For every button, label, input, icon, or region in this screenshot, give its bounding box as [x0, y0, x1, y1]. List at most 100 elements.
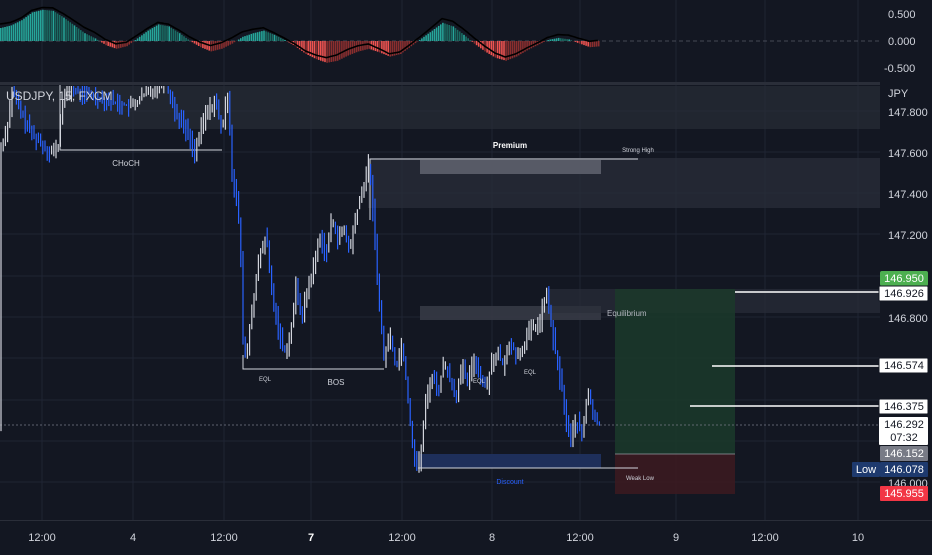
oscillator-bar: [114, 41, 116, 48]
oscillator-bar: [101, 41, 103, 43]
time-tick: 12:00: [210, 532, 238, 544]
oscillator-bar: [177, 32, 179, 41]
take-profit-tag[interactable]: 146.950: [880, 271, 928, 286]
discount-label: Discount: [496, 479, 523, 486]
oscillator-bar: [446, 24, 448, 41]
oscillator-bar: [472, 41, 474, 42]
eql-label-1: EQL: [259, 377, 272, 383]
oscillator-bar: [423, 37, 425, 41]
oscillator-bar: [240, 38, 242, 41]
oscillator-bar: [120, 41, 122, 48]
oscillator-bar: [95, 38, 97, 41]
chart-svg[interactable]: CHoCH Premium Strong High Equilibrium EQ…: [0, 0, 932, 550]
oscillator-bar: [150, 29, 152, 41]
oscillator-bar: [232, 41, 234, 44]
oscillator-bar: [145, 32, 147, 41]
oscillator-bar: [419, 40, 421, 41]
oscillator-bar: [171, 28, 173, 41]
time-axis-divider: [0, 520, 932, 521]
oscillator-bar: [375, 41, 377, 51]
level-tag-946375[interactable]: 146.375: [879, 399, 928, 414]
oscillator-bar: [476, 41, 478, 45]
time-tick: 4: [130, 532, 136, 544]
oscillator-bar: [552, 39, 554, 41]
long-position-risk-zone[interactable]: [615, 454, 735, 494]
entry-price-tag[interactable]: 146.152: [880, 446, 928, 461]
oscillator-bar: [564, 39, 566, 41]
oscillator-bar: [103, 41, 105, 44]
oscillator-bar: [343, 41, 345, 58]
pane-divider[interactable]: [0, 82, 880, 85]
oscillator-bar: [598, 41, 600, 46]
oscillator-bar: [366, 41, 368, 49]
chart-area[interactable]: CHoCH Premium Strong High Equilibrium EQ…: [0, 0, 932, 550]
time-tick: 12:00: [751, 532, 779, 544]
oscillator-bar: [59, 15, 61, 41]
level-tag-value: 146.926: [884, 288, 924, 300]
oscillator-bar: [27, 16, 29, 42]
oscillator-bar: [179, 33, 181, 41]
oscillator-bar: [88, 35, 90, 41]
take-profit-tag-value: 146.950: [884, 273, 924, 285]
oscillator-bar: [381, 41, 383, 53]
oscillator-bar: [438, 26, 440, 41]
oscillator-bar: [93, 37, 95, 41]
oscillator-bar: [78, 29, 80, 42]
time-tick: 12:00: [28, 532, 56, 544]
oscillator-bar: [63, 18, 65, 41]
oscillator-bar: [137, 38, 139, 41]
symbol-title[interactable]: USDJPY, 15, FXCM: [6, 89, 112, 103]
oscillator-bar: [61, 16, 63, 41]
oscillator-bar: [314, 41, 316, 58]
oscillator-bar: [4, 27, 6, 41]
oscillator-bar: [158, 24, 160, 41]
oscillator-bar: [421, 38, 423, 41]
oscillator-bar: [97, 40, 99, 41]
oscillator-bar: [173, 29, 175, 41]
oscillator-bar: [135, 40, 137, 41]
oscillator-bar: [267, 32, 269, 41]
oscillator-bar: [333, 41, 335, 62]
oscillator-axis[interactable]: 0.500 0.000 -0.500: [884, 9, 916, 75]
oscillator-bar: [526, 41, 528, 50]
oscillator-bar: [453, 26, 455, 41]
oscillator-bar: [430, 32, 432, 41]
price-tick: 147.600: [888, 148, 928, 160]
level-tag-946926[interactable]: 146.926: [879, 286, 928, 301]
oscillator-bar: [427, 34, 429, 41]
oscillator-bar: [168, 26, 170, 41]
oscillator-bar: [227, 41, 229, 46]
oscillator-bar: [253, 33, 255, 41]
oscillator-bar: [131, 41, 133, 43]
oscillator-bar: [242, 37, 244, 41]
oscillator-bar: [53, 11, 55, 41]
level-tag-value: 146.574: [884, 360, 924, 372]
oscillator-bar: [185, 38, 187, 41]
oscillator-bar: [265, 31, 267, 41]
oscillator-bar: [244, 36, 246, 41]
oscillator-bar: [440, 24, 442, 41]
oscillator-bar: [84, 33, 86, 41]
oscillator-bar: [80, 30, 82, 41]
eql-label-2: EQL: [473, 379, 486, 385]
oscillator-bar: [583, 41, 585, 45]
level-tag-946574[interactable]: 146.574: [879, 358, 928, 373]
oscillator-bar: [118, 41, 120, 48]
last-price-tag[interactable]: 146.292 07:32: [879, 417, 928, 445]
low-price-tag[interactable]: Low 146.078: [852, 462, 928, 477]
oscillator-bar: [585, 41, 587, 46]
oscillator-bar: [322, 41, 324, 61]
currency-label: JPY: [888, 88, 908, 100]
equilibrium-label: Equilibrium: [607, 309, 647, 318]
oscillator-bar: [154, 27, 156, 41]
oscillator-bar: [377, 41, 379, 52]
last-price-value: 146.292: [884, 419, 924, 431]
oscillator-bar: [6, 26, 8, 41]
oscillator-bar: [592, 41, 594, 47]
stop-loss-tag[interactable]: 145.955: [880, 486, 928, 501]
oscillator-bar: [76, 27, 78, 41]
oscillator-bar: [46, 10, 48, 41]
oscillator-bar: [15, 23, 17, 41]
oscillator-bar: [581, 41, 583, 44]
oscillator-bar: [318, 41, 320, 60]
